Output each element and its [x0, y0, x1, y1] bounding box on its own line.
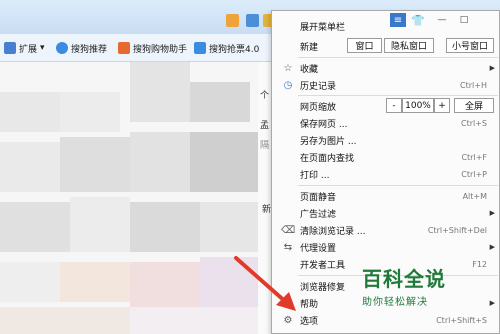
- zoom-in-button[interactable]: +: [434, 98, 450, 113]
- chevron-right-icon: ▶: [489, 299, 495, 307]
- menu-item-save-as-image[interactable]: 另存为图片 ...: [272, 131, 500, 149]
- bookmark-extensions[interactable]: 扩展 ▾: [4, 40, 45, 56]
- page-text-snippet: 隔: [260, 141, 270, 151]
- blurred-block: [0, 202, 70, 252]
- blurred-block: [130, 307, 260, 334]
- shopping-icon: [118, 42, 130, 54]
- gear-icon: ⚙: [283, 314, 293, 326]
- blurred-block: [0, 262, 60, 302]
- blurred-block: [130, 132, 190, 192]
- blurred-block: [130, 202, 200, 252]
- blurred-block: [190, 82, 250, 122]
- blurred-block: [0, 142, 60, 192]
- bookmark-ticket[interactable]: 搜狗抢票4.0: [194, 40, 259, 56]
- menu-item-history[interactable]: ◷ 历史记录 Ctrl+H: [272, 76, 500, 94]
- zoom-out-button[interactable]: -: [386, 98, 402, 113]
- menu-item-favorites[interactable]: ☆ 收藏 ▶: [272, 59, 500, 77]
- eraser-icon: ⌫: [280, 224, 296, 236]
- watermark-title: 百科全说: [362, 267, 446, 291]
- chevron-down-icon: ▾: [40, 43, 45, 53]
- menu-item-print[interactable]: 打印 ... Ctrl+P: [272, 165, 500, 183]
- blurred-block: [60, 262, 130, 302]
- blurred-block: [130, 62, 190, 122]
- page-text-snippet: 孟: [260, 121, 270, 131]
- menu-item-mute-page[interactable]: 页面静音 Alt+M: [272, 187, 500, 205]
- menu-item-ad-filter[interactable]: 广告过滤 ▶: [272, 204, 500, 222]
- menu-divider: [298, 95, 498, 96]
- browser-icon[interactable]: [226, 14, 239, 27]
- page-text-snippet: 新: [262, 205, 272, 215]
- blurred-block: [200, 202, 260, 252]
- grid-icon: [4, 42, 16, 54]
- clock-icon: ◷: [283, 79, 293, 91]
- blurred-block: [130, 262, 200, 307]
- blurred-block: [0, 307, 130, 334]
- watermark: 百科全说 助你轻松解决: [362, 263, 446, 308]
- chevron-right-icon: ▶: [489, 64, 495, 72]
- menu-item-save-page[interactable]: 保存网页 ... Ctrl+S: [272, 114, 500, 132]
- new-alt-account-window-button[interactable]: 小号窗口: [446, 38, 494, 53]
- ticket-icon: [194, 42, 206, 54]
- chevron-right-icon: ▶: [489, 243, 495, 251]
- shield-icon[interactable]: [246, 14, 259, 27]
- blurred-block: [70, 197, 130, 252]
- blurred-block: [0, 92, 60, 132]
- chevron-right-icon: ▶: [489, 209, 495, 217]
- blurred-block: [258, 62, 272, 334]
- bookmark-shopping-helper[interactable]: 搜狗购物助手: [118, 40, 187, 56]
- page-text-snippet: 个: [260, 91, 270, 101]
- menu-divider: [298, 185, 498, 186]
- menu-new-row: 新建 窗口 隐私窗口 小号窗口: [272, 37, 500, 55]
- blurred-block: [60, 137, 130, 192]
- new-private-window-button[interactable]: 隐私窗口: [384, 38, 434, 53]
- search-icon: [56, 42, 68, 54]
- blurred-block: [190, 132, 260, 192]
- zoom-level: 100%: [402, 98, 434, 113]
- menu-item-find-in-page[interactable]: 在页面内查找 Ctrl+F: [272, 148, 500, 166]
- menu-show-menubar[interactable]: 展开菜单栏: [272, 17, 500, 35]
- menu-item-proxy-settings[interactable]: ⇆ 代理设置 ▶: [272, 238, 500, 256]
- menu-item-options[interactable]: ⚙ 选项 Ctrl+Shift+S: [272, 311, 500, 329]
- blurred-block: [200, 257, 260, 307]
- watermark-subtitle: 助你轻松解决: [362, 297, 428, 308]
- menu-item-zoom: 网页缩放 - 100% + 全屏: [272, 97, 500, 115]
- star-icon: ☆: [283, 62, 293, 74]
- new-window-button[interactable]: 窗口: [347, 38, 382, 53]
- blurred-block: [60, 92, 120, 132]
- fullscreen-button[interactable]: 全屏: [454, 98, 494, 113]
- bookmark-sogou-recommend[interactable]: 搜狗推荐: [56, 40, 107, 56]
- menu-item-clear-history[interactable]: ⌫ 清除浏览记录 ... Ctrl+Shift+Del: [272, 221, 500, 239]
- proxy-icon: ⇆: [283, 241, 293, 253]
- menu-divider: [298, 57, 498, 58]
